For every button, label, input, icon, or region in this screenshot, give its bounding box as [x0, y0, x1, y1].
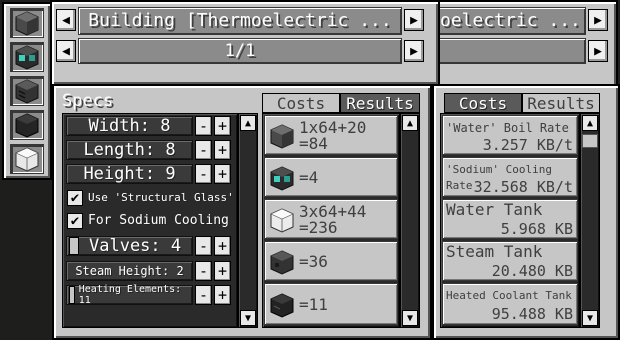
tab-results[interactable]: Results: [340, 93, 420, 113]
next-multiblock-button[interactable]: ▶: [404, 9, 424, 31]
heating-elements-field: Heating Elements: 11: [66, 284, 193, 306]
cost-entry-heating-element: =11: [264, 283, 398, 325]
cost-amount: =11: [299, 297, 328, 313]
structural-glass-label: Use 'Structural Glass': [88, 191, 234, 204]
result-heated-coolant-tank: Heated Coolant Tank 95.488 KB: [442, 283, 578, 325]
costs-scroll-up-button[interactable]: ▲: [402, 115, 418, 131]
result-label: Water Tank: [446, 200, 543, 219]
valves-slider-knob[interactable]: [69, 237, 79, 255]
cost-entry-pressure-disperser: =36: [264, 241, 398, 281]
cost-entry-port: =4: [264, 157, 398, 197]
costs-scroll-down-button[interactable]: ▼: [402, 310, 418, 326]
port-block-icon: [270, 166, 294, 191]
specs-scroll-down-button[interactable]: ▼: [240, 310, 256, 326]
cost-line-1: =4: [299, 168, 319, 187]
result-value: 5.968 KB: [500, 220, 573, 238]
prev-page-button[interactable]: ◀: [56, 40, 76, 62]
dark-block-icon: [15, 113, 39, 138]
secondary-next-button[interactable]: ▶: [588, 9, 608, 31]
height-field: Height: 9: [66, 164, 193, 184]
result-boil-rate: 'Water' Boil Rate 3.257 KB/t: [442, 115, 578, 155]
cost-line-1: =36: [299, 252, 328, 271]
costs-scrollbar[interactable]: [400, 113, 420, 328]
result-label: 'Water' Boil Rate: [446, 121, 569, 135]
valves-increase-button[interactable]: +: [214, 236, 231, 256]
cost-amount: =4: [299, 170, 318, 186]
glass-block-icon: [15, 147, 39, 172]
length-field: Length: 8: [66, 140, 193, 160]
sodium-cooling-checkbox[interactable]: ✔: [67, 213, 83, 229]
heating-elements-slider-knob[interactable]: [69, 286, 75, 304]
heating-elements-decrease-button[interactable]: -: [195, 285, 212, 305]
length-decrease-button[interactable]: -: [195, 140, 212, 160]
steam-height-field: Steam Height: 2: [66, 261, 193, 281]
structural-glass-icon: [270, 208, 294, 233]
sidebar-slot-dark[interactable]: [10, 110, 44, 140]
casing-block-icon: [270, 124, 294, 149]
specs-scrollbar[interactable]: [238, 113, 258, 328]
casing-block-icon: [15, 11, 39, 36]
specs-title: Specs: [62, 91, 114, 111]
result-water-tank: Water Tank 5.968 KB: [442, 199, 578, 239]
result-steam-tank: Steam Tank 20.480 KB: [442, 241, 578, 281]
width-field: Width: 8: [66, 116, 193, 136]
result-value: 95.488 KB: [491, 305, 573, 323]
result-value: 32.568 KB/t: [473, 178, 573, 196]
height-decrease-button[interactable]: -: [195, 164, 212, 184]
heating-elements-increase-button[interactable]: +: [214, 285, 231, 305]
sodium-cooling-label: For Sodium Cooling: [88, 213, 229, 228]
pressure-disperser-icon: [270, 250, 294, 275]
window-title: Building [Thermoelectric ...: [88, 10, 392, 31]
cost-line-2: =236: [299, 218, 338, 237]
sidebar-slot-vent[interactable]: [10, 76, 44, 106]
structural-glass-checkbox[interactable]: ✔: [67, 190, 83, 206]
valves-field: Valves: 4: [66, 236, 193, 256]
width-increase-button[interactable]: +: [214, 116, 231, 136]
length-increase-button[interactable]: +: [214, 140, 231, 160]
heating-element-icon: [270, 293, 294, 318]
heating-elements-label: Heating Elements: 11: [78, 284, 182, 306]
specs-scroll-up-button[interactable]: ▲: [240, 115, 256, 131]
steam-height-increase-button[interactable]: +: [214, 261, 231, 281]
sidebar-slot-glass[interactable]: [10, 144, 44, 174]
tab-costs[interactable]: Costs: [262, 93, 340, 113]
vent-block-icon: [15, 79, 39, 104]
secondary-page-next-button[interactable]: ▶: [588, 40, 608, 62]
cost-amount: 3x64+44 =236: [299, 204, 366, 236]
results-scroll-down-button[interactable]: ▼: [582, 310, 598, 326]
result-cooling-rate: 'Sodium' Cooling Rate 32.568 KB/t: [442, 157, 578, 197]
result-label: Heated Coolant Tank: [446, 289, 572, 302]
sidebar-slot-casing[interactable]: [10, 8, 44, 38]
sidebar-slot-port[interactable]: [10, 42, 44, 72]
result-value: 3.257 KB/t: [482, 136, 573, 154]
results-scroll-thumb[interactable]: [582, 134, 598, 148]
secondary-title: oelectric ...: [440, 10, 581, 31]
result-value: 20.480 KB: [491, 262, 573, 280]
secondary-tab-costs[interactable]: Costs: [444, 93, 522, 113]
page-indicator: 1/1: [224, 41, 256, 61]
valves-label: Valves: 4: [89, 236, 182, 256]
cost-entry-glass: 3x64+44 =236: [264, 199, 398, 239]
valves-decrease-button[interactable]: -: [195, 236, 212, 256]
width-decrease-button[interactable]: -: [195, 116, 212, 136]
cost-line-1: =11: [299, 295, 328, 314]
port-block-icon: [15, 45, 39, 70]
secondary-tab-results[interactable]: Results: [522, 93, 600, 113]
prev-multiblock-button[interactable]: ◀: [56, 9, 76, 31]
result-label: Steam Tank: [446, 242, 543, 261]
cost-amount: =36: [299, 254, 328, 270]
height-increase-button[interactable]: +: [214, 164, 231, 184]
cost-line-2: =84: [299, 134, 328, 153]
cost-amount: 1x64+20 =84: [299, 120, 366, 152]
cost-entry-casing: 1x64+20 =84: [264, 115, 398, 155]
results-scroll-up-button[interactable]: ▲: [582, 115, 598, 131]
next-page-button[interactable]: ▶: [404, 40, 424, 62]
steam-height-decrease-button[interactable]: -: [195, 261, 212, 281]
secondary-page-bar: [436, 38, 586, 64]
